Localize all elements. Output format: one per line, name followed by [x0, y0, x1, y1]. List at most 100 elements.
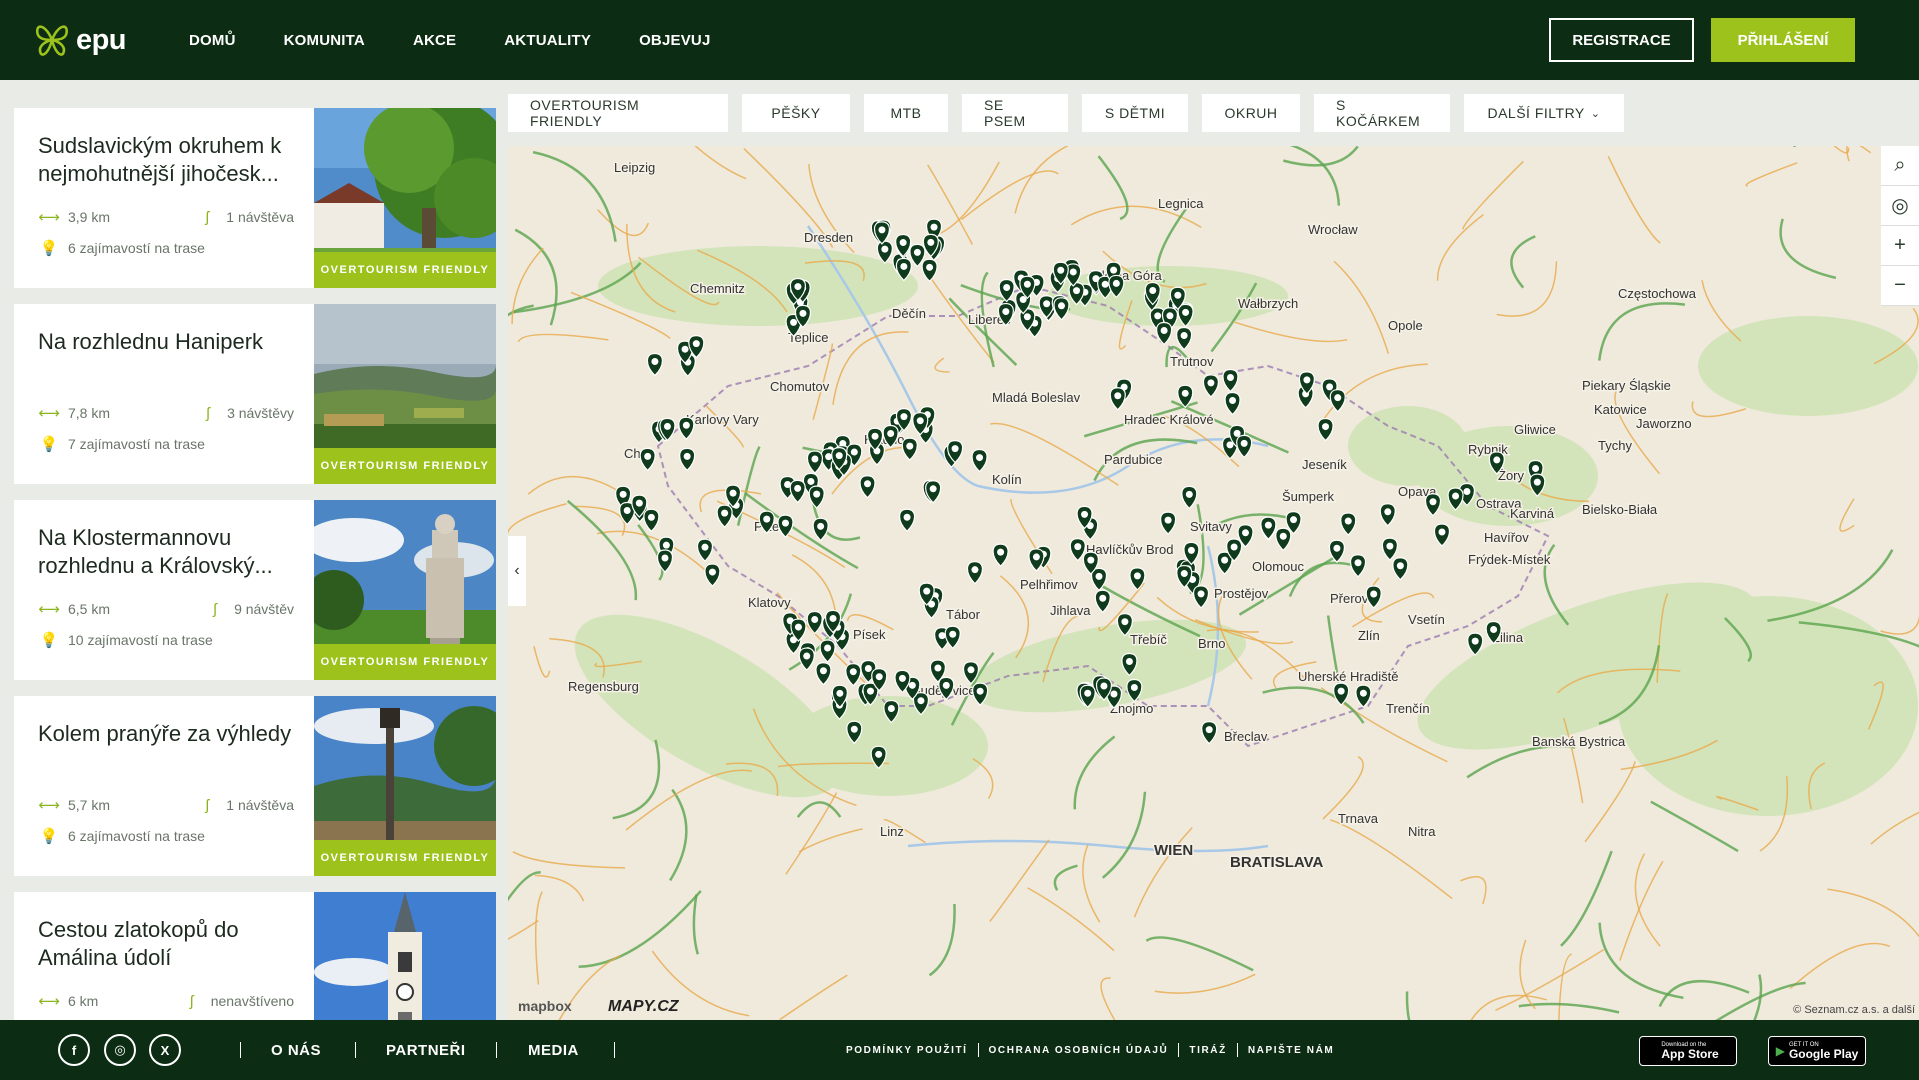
facebook-icon[interactable]: f [58, 1034, 90, 1066]
legal-ochrana[interactable]: OCHRANA OSOBNÍCH ÚDAJŮ [989, 1045, 1169, 1056]
divider [496, 1042, 497, 1058]
legal-tiraz[interactable]: TIRÁŽ [1189, 1045, 1226, 1056]
route-photo [314, 892, 496, 1020]
place-label: Banská Bystrica [1532, 734, 1626, 749]
footer-link-media[interactable]: MEDIA [528, 1020, 579, 1080]
place-label: Regensburg [568, 679, 639, 694]
instagram-icon[interactable]: ◎ [104, 1034, 136, 1066]
footer-link-o-nas[interactable]: O NÁS [271, 1020, 321, 1080]
place-label: Břeclav [1224, 729, 1268, 744]
church-tower-photo [314, 892, 496, 1020]
divider [355, 1042, 356, 1058]
legal-podminky[interactable]: PODMÍNKY POUŽITÍ [846, 1045, 968, 1056]
google-play-text: GET IT ON Google Play [1789, 1042, 1858, 1060]
register-button[interactable]: REGISTRACE [1549, 18, 1694, 62]
filter-mtb[interactable]: MTB [864, 94, 948, 132]
footer-link-partneri[interactable]: PARTNEŘI [386, 1020, 466, 1080]
legal-napiste[interactable]: NAPIŠTE NÁM [1248, 1045, 1335, 1056]
map-view[interactable]: LeipzigDresdenChemnitzKarlovy VaryChebPl… [508, 146, 1919, 1020]
place-label: Vsetín [1408, 612, 1445, 627]
place-label: Klatovy [748, 595, 791, 610]
route-visits: 1 návštěva [226, 797, 294, 813]
map-zoom-out-button[interactable]: − [1881, 266, 1919, 306]
route-card[interactable]: Na Klostermannovu rozhlednu a Královský.… [14, 500, 496, 680]
filter-se-psem[interactable]: SE PSEM [962, 94, 1068, 132]
filter-more[interactable]: DALŠÍ FILTRY ⌄ [1464, 94, 1624, 132]
card-text: Sudslavickým okruhem k nejmohutnější jih… [38, 132, 300, 188]
map-canvas[interactable]: LeipzigDresdenChemnitzKarlovy VaryChebPl… [508, 146, 1919, 1020]
nav-akce[interactable]: AKCE [413, 32, 456, 49]
card-text: Na Klostermannovu rozhlednu a Královský.… [38, 524, 300, 580]
place-label: Nitra [1408, 824, 1436, 839]
nav-objevuj[interactable]: OBJEVUJ [639, 32, 710, 49]
footprint-icon: ʃ [206, 404, 210, 422]
filter-s-detmi[interactable]: S DĚTMI [1082, 94, 1188, 132]
map-search-button[interactable]: ⌕ [1881, 146, 1919, 186]
place-label: Wałbrzych [1238, 296, 1298, 311]
place-label: Żory [1498, 468, 1525, 483]
collapse-list-button[interactable]: ‹ [508, 536, 526, 606]
nav-komunita[interactable]: KOMUNITA [284, 32, 365, 49]
place-label: Katowice [1594, 402, 1647, 417]
nav-aktuality[interactable]: AKTUALITY [504, 32, 591, 49]
nav-domu[interactable]: DOMŮ [189, 32, 236, 49]
footprint-icon: ʃ [205, 796, 209, 814]
filter-s-kocarkem[interactable]: S KOČÁRKEM [1314, 94, 1450, 132]
route-distance: 6 km [68, 993, 99, 1009]
filter-overtourism[interactable]: OVERTOURISM FRIENDLY [508, 94, 728, 132]
place-label: Bielsko-Biała [1582, 502, 1658, 517]
route-distance: 3,9 km [68, 209, 111, 225]
visits-wrap: ʃ 9 návštěv [204, 601, 294, 618]
place-label: Dresden [804, 230, 853, 245]
place-label: Svitavy [1190, 519, 1232, 534]
x-icon[interactable]: X [149, 1034, 181, 1066]
route-photo: OVERTOURISM FRIENDLY [314, 696, 496, 876]
google-play-button[interactable]: ▶ GET IT ON Google Play [1768, 1036, 1866, 1066]
route-card[interactable]: Na rozhlednu Haniperk ⟷ 7,8 km ʃ 3 návště… [14, 304, 496, 484]
place-label: Písek [853, 627, 886, 642]
route-poi: 6 zajímavostí na trase [68, 240, 205, 256]
mapbox-logo[interactable]: mapbox [518, 998, 572, 1014]
place-label: Mladá Boleslav [992, 390, 1081, 405]
visits-wrap: ʃ 1 návštěva [196, 209, 294, 226]
filter-pesky[interactable]: PĚŠKY [742, 94, 850, 132]
place-label: Havířov [1484, 530, 1529, 545]
route-card[interactable]: Kolem pranýře za výhledy ⟷ 5,7 km ʃ 1 náv… [14, 696, 496, 876]
map-zoom-in-button[interactable]: + [1881, 226, 1919, 266]
lightbulb-icon: 💡 [39, 240, 59, 257]
legal-links: PODMÍNKY POUŽITÍ OCHRANA OSOBNÍCH ÚDAJŮ … [846, 1020, 1334, 1080]
route-card[interactable]: Sudslavickým okruhem k nejmohutnější jih… [14, 108, 496, 288]
map-attribution[interactable]: © Seznam.cz a.s. a další [1793, 1004, 1915, 1016]
route-photo: OVERTOURISM FRIENDLY [314, 108, 496, 288]
mapy-cz-logo[interactable]: MAPY.CZ [608, 998, 679, 1016]
locate-icon: ◎ [1891, 195, 1909, 217]
logo[interactable]: epu [34, 16, 127, 64]
place-label: Brno [1198, 636, 1225, 651]
butterfly-logo-icon [36, 25, 68, 56]
logo-text: epu [75, 23, 127, 56]
overtourism-badge: OVERTOURISM FRIENDLY [314, 252, 496, 288]
more-filters-label: DALŠÍ FILTRY [1487, 105, 1585, 121]
route-photo: OVERTOURISM FRIENDLY [314, 304, 496, 484]
place-label: Wrocław [1308, 222, 1358, 237]
place-label: Trnava [1338, 811, 1379, 826]
route-poi: 7 zajímavostí na trase [68, 436, 205, 452]
app-store-button[interactable]: Download on the App Store [1639, 1036, 1737, 1066]
place-label: Havlíčkův Brod [1086, 542, 1173, 557]
filter-okruh[interactable]: OKRUH [1202, 94, 1300, 132]
chevron-down-icon: ⌄ [1590, 107, 1601, 120]
play-icon: ▶ [1775, 1044, 1785, 1058]
visits-wrap: ʃ 1 návštěva [196, 797, 294, 814]
place-label: Legnica [1158, 196, 1204, 211]
filter-bar: OVERTOURISM FRIENDLY PĚŠKY MTB SE PSEM S… [508, 94, 1638, 132]
map-locate-button[interactable]: ◎ [1881, 186, 1919, 226]
top-header: epu DOMŮ KOMUNITA AKCE AKTUALITY OBJEVUJ… [0, 0, 1919, 80]
place-label: Pelhřimov [1020, 577, 1078, 592]
route-title: Kolem pranýře za výhledy [38, 721, 292, 746]
app-store-label: App Store [1661, 1047, 1719, 1061]
route-card[interactable]: Cestou zlatokopů do Amálina údolí ⟷ 6 km… [14, 892, 496, 1020]
divider [977, 1043, 979, 1057]
footprint-icon: ʃ [205, 208, 209, 226]
login-button[interactable]: PŘIHLÁŠENÍ [1711, 18, 1855, 62]
place-label: Hradec Králové [1124, 412, 1214, 427]
